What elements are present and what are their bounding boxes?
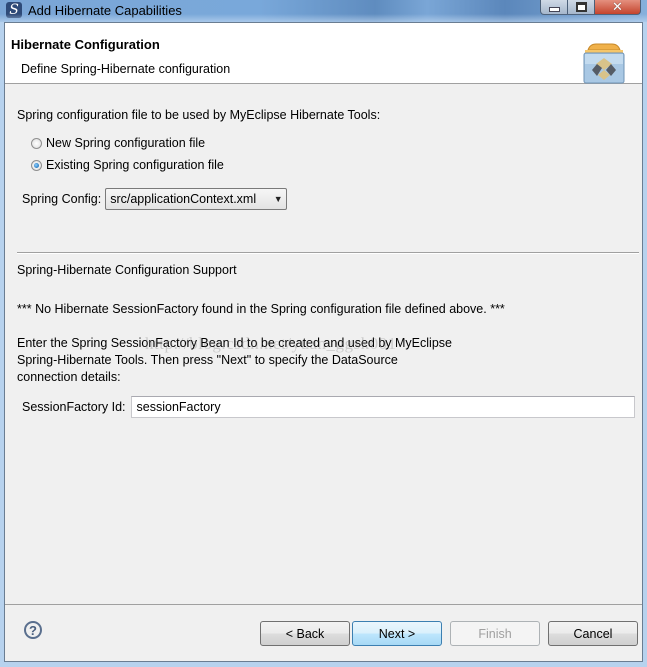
instructions-line-2: Spring-Hibernate Tools. Then press "Next… [17,353,398,367]
next-button[interactable]: Next > [352,621,442,646]
maximize-button[interactable] [568,0,595,15]
window-controls: ✕ [540,0,641,15]
minimize-icon [548,7,560,12]
spring-config-select[interactable]: src/applicationContext.xml ▼ [105,188,288,210]
radio-button[interactable] [31,137,42,149]
hibernate-folder-icon [583,43,625,84]
spring-config-row: Spring Config: src/applicationContext.xm… [22,188,288,210]
window-title: Add Hibernate Capabilities [28,3,182,18]
page-title: Hibernate Configuration [11,37,160,52]
finish-button[interactable]: Finish [450,621,540,646]
maximize-icon [575,2,587,12]
spring-config-value: src/applicationContext.xml [110,192,257,206]
wizard-dialog: Hibernate Configuration Define Spring-Hi… [4,22,643,662]
session-factory-row: SessionFactory Id: sessionFactory [22,396,635,418]
wizard-banner: Hibernate Configuration Define Spring-Hi… [5,23,642,84]
spring-file-label: Spring configuration file to be used by … [17,108,381,122]
chevron-down-icon: ▼ [273,194,283,204]
session-factory-label: SessionFactory Id: [22,400,126,414]
radio-label: Existing Spring configuration file [46,158,224,172]
help-icon[interactable]: ? [24,621,42,639]
section-separator [17,252,639,254]
instructions-line-1: Enter the Spring SessionFactory Bean Id … [17,336,452,350]
radio-label: New Spring configuration file [46,136,206,150]
minimize-button[interactable] [540,0,568,15]
close-icon: ✕ [612,0,623,14]
back-button[interactable]: < Back [260,621,350,646]
support-heading: Spring-Hibernate Configuration Support [17,263,237,277]
radio-new-spring-file[interactable]: New Spring configuration file [31,136,205,150]
cancel-button[interactable]: Cancel [548,621,638,646]
no-sessionfactory-warning: *** No Hibernate SessionFactory found in… [17,302,505,316]
radio-existing-spring-file[interactable]: Existing Spring configuration file [31,158,224,172]
radio-button-checked[interactable] [31,159,42,171]
spring-config-label: Spring Config: [22,192,102,206]
page-description: Define Spring-Hibernate configuration [21,62,231,76]
myeclipse-app-icon: S [6,2,22,18]
instructions-line-3: connection details: [17,370,121,384]
title-bar[interactable]: S Add Hibernate Capabilities ✕ [0,0,647,22]
session-factory-id-value: sessionFactory [136,400,221,414]
close-button[interactable]: ✕ [595,0,641,15]
footer-separator [5,604,642,605]
session-factory-id-input[interactable]: sessionFactory [130,396,635,418]
